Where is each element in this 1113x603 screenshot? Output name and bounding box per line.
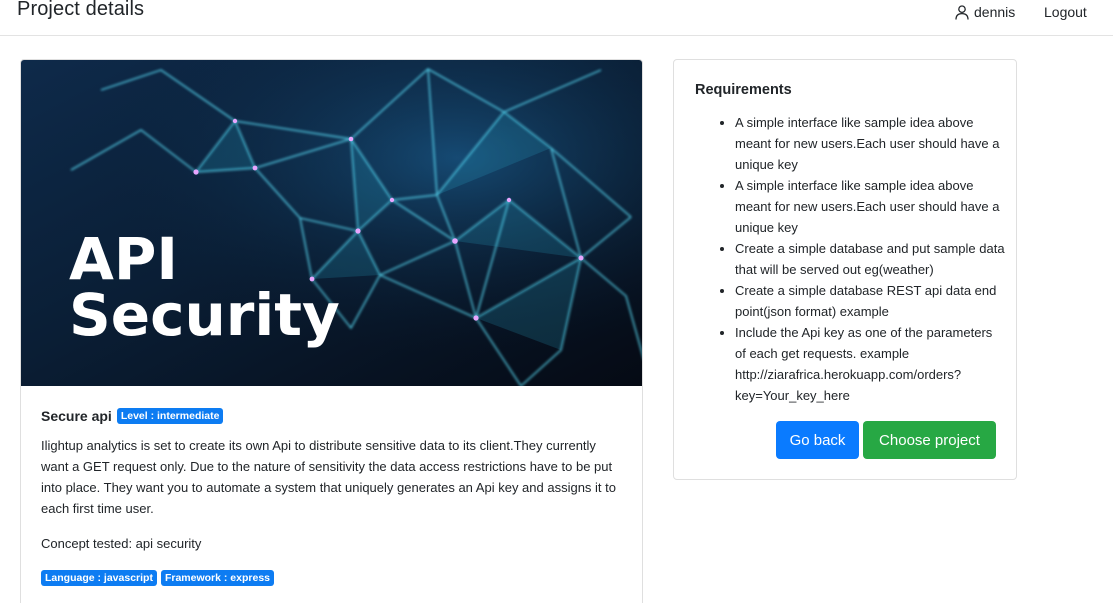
project-title-row: Secure api Level : intermediate [41, 406, 626, 426]
framework-badge: Framework : express [160, 570, 275, 586]
project-description: Ilightup analytics is set to create its … [41, 438, 616, 516]
tag-list: Language : javascript Framework : expres… [41, 570, 626, 586]
requirement-item: A simple interface like sample idea abov… [735, 175, 1005, 238]
project-card: API Security Secure api Level : intermed… [20, 59, 643, 603]
concept-tested: Concept tested: api security [41, 536, 202, 551]
requirement-item: Create a simple database and put sample … [735, 238, 1005, 280]
top-navbar: Project details dennis Logout [0, 0, 1113, 36]
level-badge: Level : intermediate [116, 408, 224, 424]
username: dennis [974, 4, 1016, 20]
project-image: API Security [21, 60, 642, 386]
user-menu[interactable]: dennis [955, 4, 1015, 20]
user-icon [955, 4, 969, 20]
language-badge: Language : javascript [41, 570, 157, 586]
requirements-list: A simple interface like sample idea abov… [735, 112, 1005, 406]
requirements-card: Requirements A simple interface like sam… [673, 59, 1017, 480]
project-name: Secure api [41, 408, 112, 424]
page-title: Project details [17, 0, 145, 20]
image-text-security: Security [69, 281, 340, 349]
project-info: Secure api Level : intermediate Ilightup… [41, 406, 626, 586]
choose-project-button[interactable]: Choose project [863, 421, 996, 459]
logout-link[interactable]: Logout [1044, 4, 1087, 20]
go-back-button[interactable]: Go back [776, 421, 859, 459]
requirement-item: A simple interface like sample idea abov… [735, 112, 1005, 175]
requirements-title: Requirements [695, 82, 792, 98]
requirement-item: Create a simple database REST api data e… [735, 280, 1005, 322]
requirement-item: Include the Api key as one of the parame… [735, 322, 1005, 406]
